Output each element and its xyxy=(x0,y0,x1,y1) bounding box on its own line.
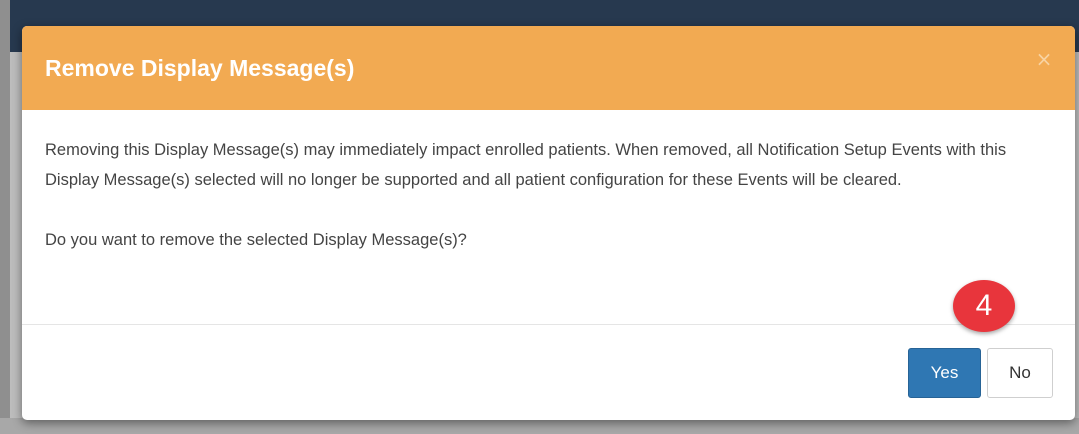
no-button[interactable]: No xyxy=(987,348,1053,398)
step-number-badge: 4 xyxy=(953,280,1015,332)
close-icon[interactable]: × xyxy=(1033,48,1055,70)
warning-message: Removing this Display Message(s) may imm… xyxy=(45,141,1007,189)
dialog-title: Remove Display Message(s) xyxy=(45,55,355,81)
remove-display-message-dialog: Remove Display Message(s) × Removing thi… xyxy=(22,26,1075,420)
dialog-body: Removing this Display Message(s) may imm… xyxy=(45,135,1055,255)
confirmation-question: Do you want to remove the selected Displ… xyxy=(45,231,467,249)
background-left-strip xyxy=(0,0,10,434)
dialog-header: Remove Display Message(s) × xyxy=(22,26,1075,110)
yes-button[interactable]: Yes xyxy=(908,348,981,398)
dialog-footer-divider xyxy=(22,324,1075,325)
background-bottom-strip xyxy=(0,418,1079,434)
